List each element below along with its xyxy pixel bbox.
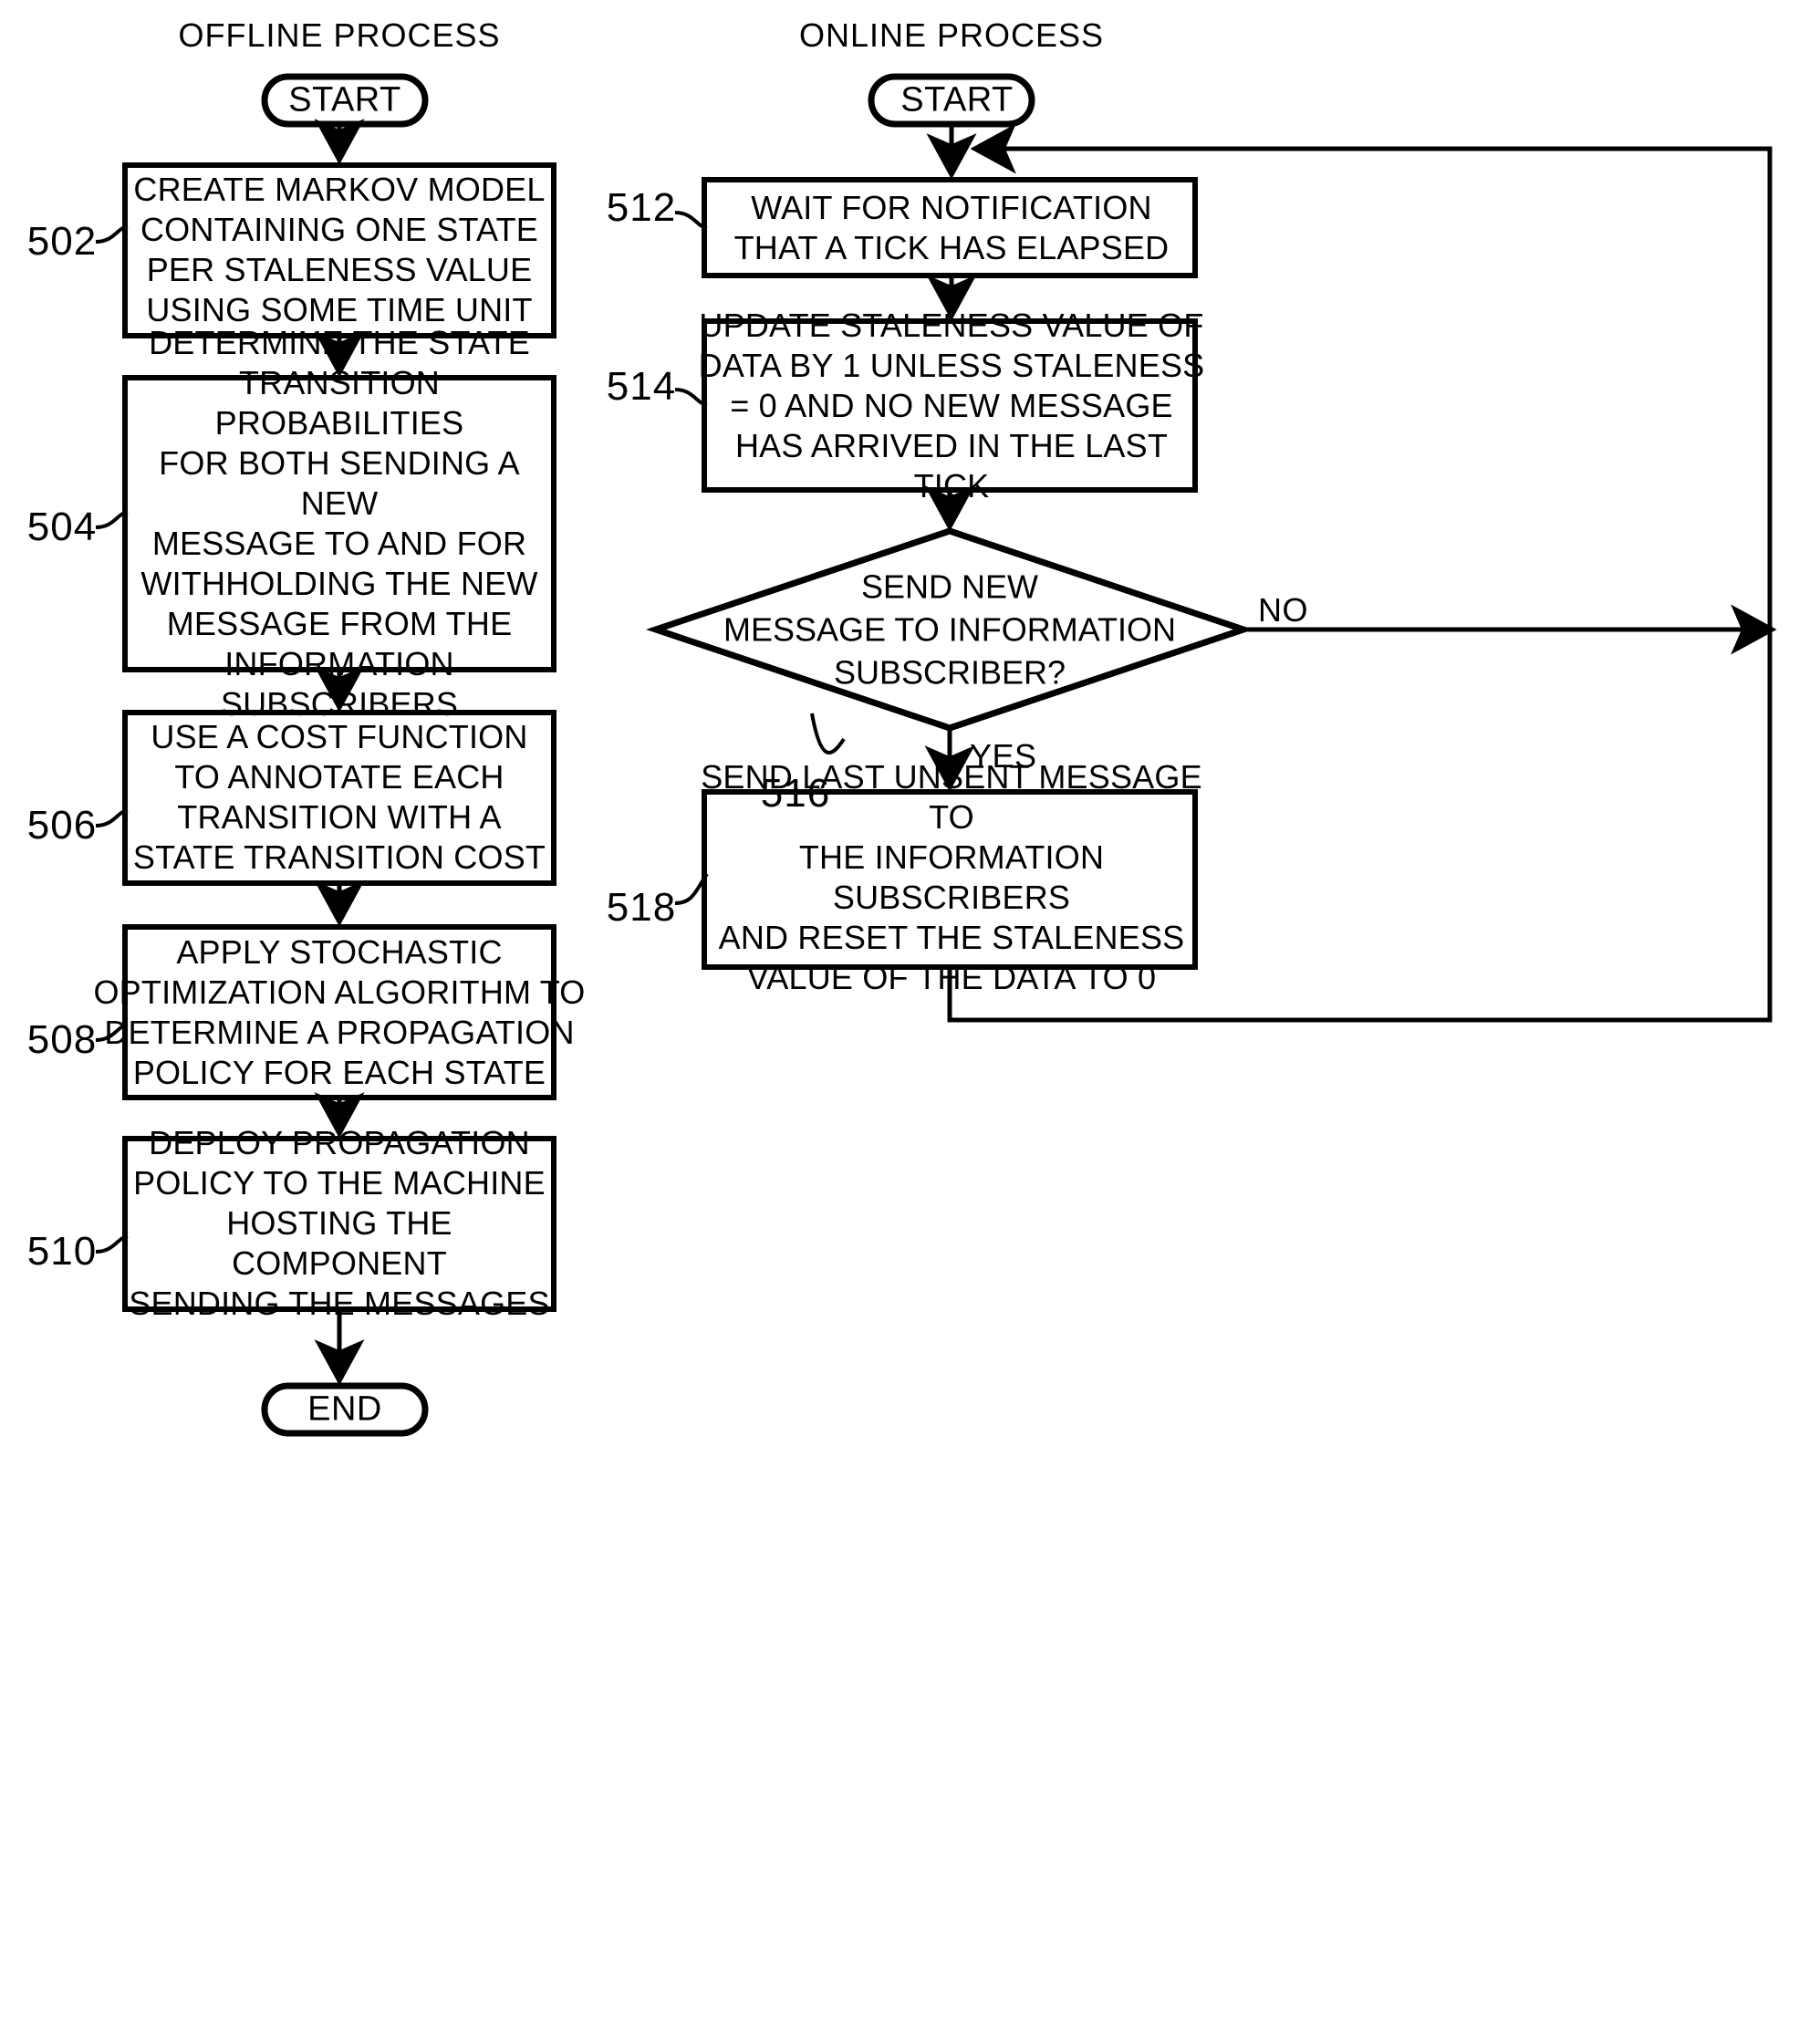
text-line: POLICY TO THE MACHINE [133, 1164, 546, 1202]
ref-number-502: 502 [26, 219, 98, 264]
process-text-518: SEND LAST UNSENT MESSAGE TO THE INFORMAT… [696, 757, 1207, 998]
leader-516 [810, 713, 846, 755]
flowchart-figure: OFFLINE PROCESS ONLINE PROCESS START END… [0, 0, 1820, 2019]
text-line: SENDING THE MESSAGES [129, 1285, 550, 1322]
ref-number-514: 514 [606, 364, 677, 409]
ref-number-506: 506 [26, 803, 98, 848]
ref-number-518: 518 [606, 885, 677, 930]
text-line: STATE TRANSITION COST [132, 838, 546, 876]
text-line: THE INFORMATION SUBSCRIBERS [798, 838, 1105, 916]
text-line: DATA BY 1 UNLESS STALENESS [698, 347, 1205, 384]
text-line: = 0 AND NO NEW MESSAGE [730, 387, 1173, 424]
text-line: SUBSCRIBER? [833, 653, 1066, 692]
text-line: TRANSITION PROBABILITIES [214, 364, 464, 442]
text-line: TO ANNOTATE EACH [174, 758, 504, 796]
text-line: POLICY FOR EACH STATE [132, 1054, 546, 1091]
process-text-508: APPLY STOCHASTIC OPTIMIZATION ALGORITHM … [84, 932, 595, 1093]
text-line: HOSTING THE COMPONENT [226, 1204, 452, 1282]
ref-number-504: 504 [26, 505, 98, 549]
text-line: FOR BOTH SENDING A NEW [159, 444, 520, 522]
text-line: TRANSITION WITH A [177, 798, 502, 836]
text-line: MESSAGE FROM THE [166, 605, 513, 642]
right-start-label: START [900, 80, 1014, 120]
text-line: MESSAGE TO AND FOR [151, 525, 527, 562]
offline-process-title: OFFLINE PROCESS [178, 16, 501, 54]
text-line: VALUE OF THE DATA TO 0 [746, 959, 1157, 996]
text-line: UPDATE STALENESS VALUE OF [699, 307, 1204, 344]
text-line: HAS ARRIVED IN THE LAST TICK [734, 427, 1169, 505]
text-line: DETERMINE THE STATE [149, 324, 530, 361]
text-line: DETERMINE A PROPAGATION [104, 1014, 575, 1051]
text-line: DEPLOY PROPAGATION [149, 1124, 530, 1161]
text-line: MESSAGE TO INFORMATION [723, 610, 1177, 649]
ref-number-510: 510 [26, 1229, 98, 1274]
online-process-title: ONLINE PROCESS [798, 16, 1105, 54]
text-line: WAIT FOR NOTIFICATION [751, 189, 1152, 226]
process-text-504: DETERMINE THE STATE TRANSITION PROBABILI… [120, 323, 558, 724]
decision-text-516: SEND NEW MESSAGE TO INFORMATION SUBSCRIB… [703, 566, 1196, 694]
text-line: USE A COST FUNCTION [151, 718, 528, 755]
text-line: PER STALENESS VALUE [146, 251, 533, 288]
process-text-514: UPDATE STALENESS VALUE OF DATA BY 1 UNLE… [696, 306, 1207, 506]
text-line: INFORMATION SUBSCRIBERS [220, 645, 459, 723]
text-line: THAT A TICK HAS ELAPSED [733, 229, 1170, 266]
process-text-502: CREATE MARKOV MODEL CONTAINING ONE STATE… [120, 170, 558, 330]
text-line: WITHHOLDING THE NEW [140, 565, 538, 602]
process-text-510: DEPLOY PROPAGATION POLICY TO THE MACHINE… [120, 1123, 558, 1324]
text-line: CONTAINING ONE STATE [140, 211, 539, 248]
text-line: SEND LAST UNSENT MESSAGE TO [701, 758, 1202, 836]
text-line: SEND NEW [860, 567, 1038, 606]
text-line: OPTIMIZATION ALGORITHM TO [93, 973, 586, 1011]
text-line: AND RESET THE STALENESS [718, 919, 1185, 956]
left-start-label: START [288, 80, 401, 120]
text-line: CREATE MARKOV MODEL [133, 171, 546, 208]
text-line: APPLY STOCHASTIC [176, 933, 503, 971]
edge-label-no: NO [1258, 591, 1308, 629]
left-end-label: END [307, 1389, 382, 1429]
ref-number-512: 512 [606, 185, 677, 230]
process-text-512: WAIT FOR NOTIFICATION THAT A TICK HAS EL… [696, 188, 1207, 268]
process-text-506: USE A COST FUNCTION TO ANNOTATE EACH TRA… [120, 717, 558, 878]
